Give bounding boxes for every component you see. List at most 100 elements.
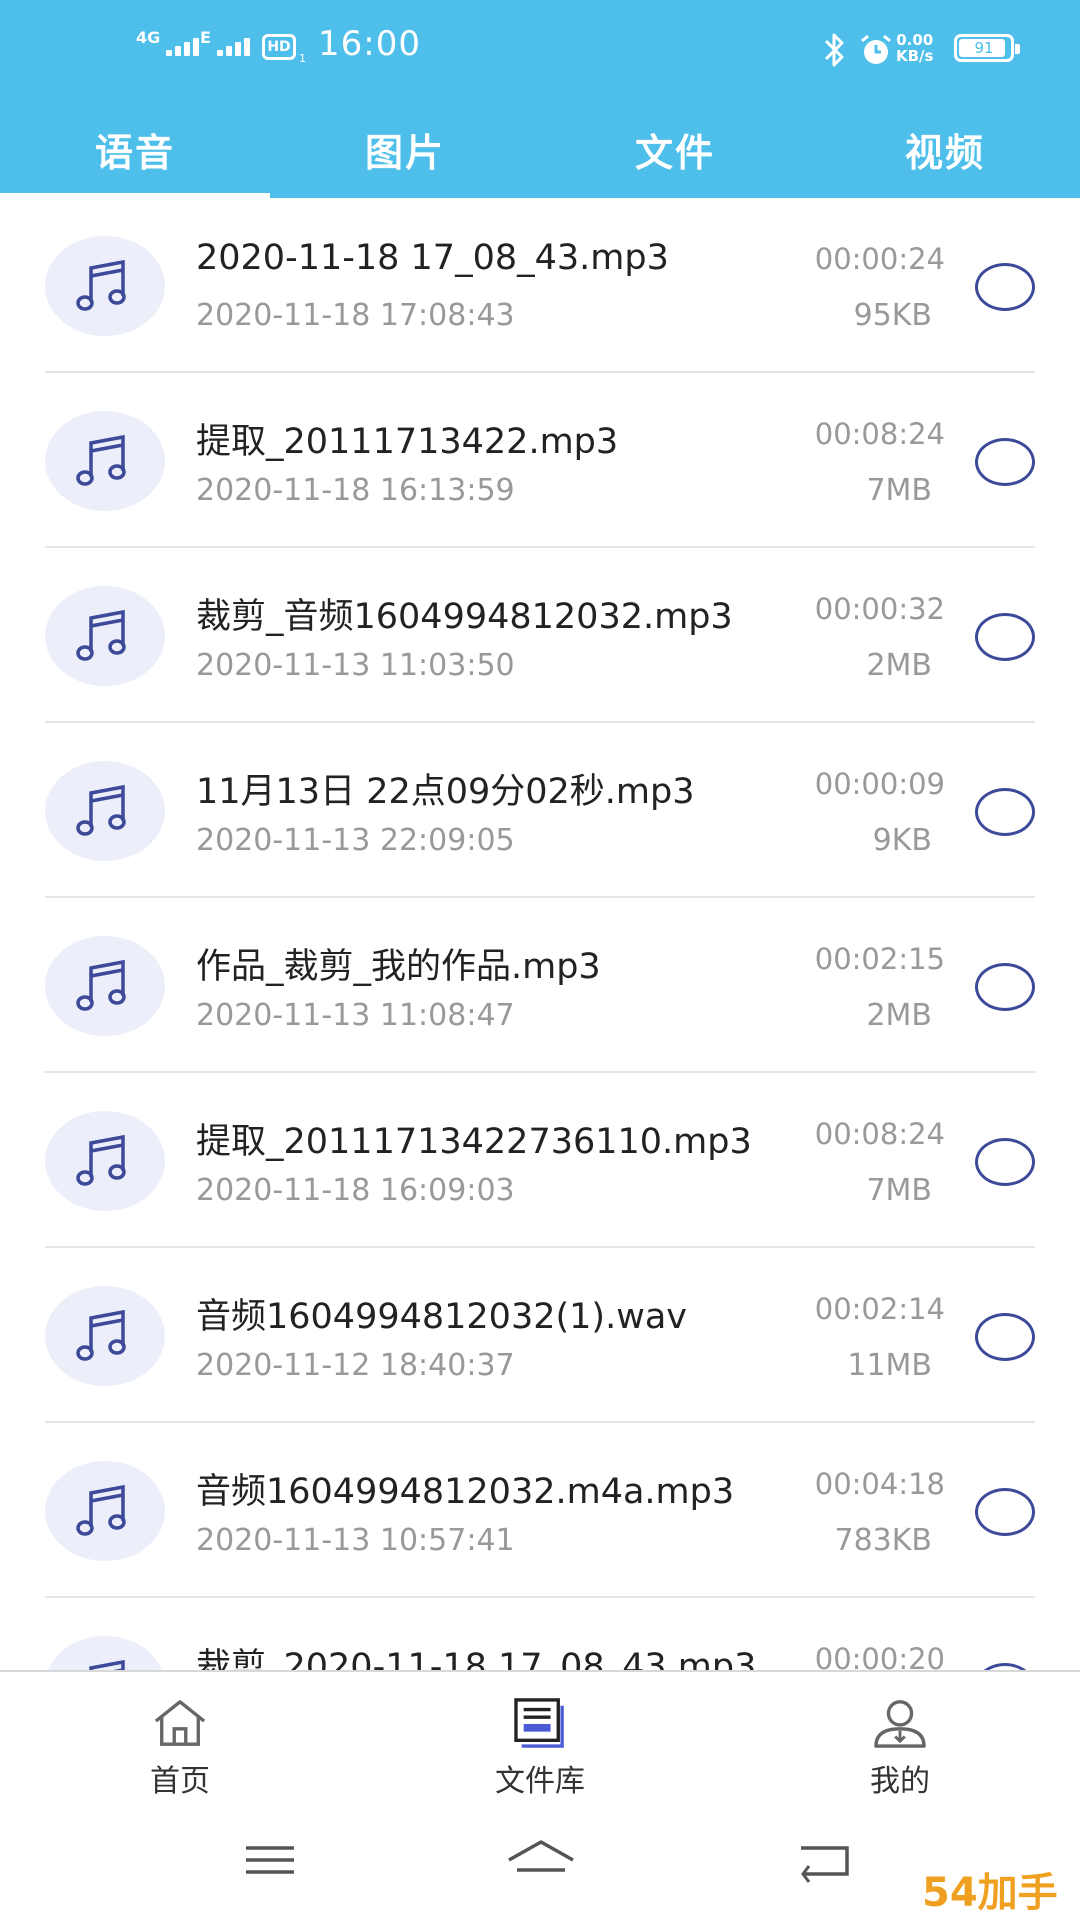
file-size: 783KB [834,1523,932,1558]
file-name: 作品_裁剪_我的作品.mp3 [196,947,601,987]
hd-sim-index: 1 [299,52,306,65]
list-item[interactable]: 提取_20111713422.mp3 2020-11-18 16:13:59 0… [0,373,1080,548]
music-note-icon [45,761,165,861]
file-duration: 00:08:24 [814,1117,945,1151]
select-radio[interactable] [975,788,1035,836]
speed-value: 0.00 [896,31,934,49]
select-radio[interactable] [975,1313,1035,1361]
music-note-icon [45,1111,165,1211]
tab-images[interactable]: 图片 [270,100,540,198]
nav-file-library[interactable]: 文件库 [360,1672,720,1800]
select-radio[interactable] [975,263,1035,311]
network-speed: 0.00 KB/s [896,32,933,64]
bottom-navigation: 首页 文件库 我的 [0,1670,1080,1800]
home-icon [154,1700,206,1746]
list-item[interactable]: 提取_20111713422736110.mp3 2020-11-18 16:0… [0,1073,1080,1248]
music-note-icon [45,1461,165,1561]
music-note-icon [45,936,165,1036]
network-label-4g: 4G [136,28,161,47]
app-header: 4G E HD 1 16:00 0.00 KB/s 91 语音 图片 文件 视频 [0,0,1080,198]
status-time: 16:00 [318,24,421,64]
file-duration: 00:02:15 [814,942,945,976]
select-radio[interactable] [975,438,1035,486]
file-date: 2020-11-13 22:09:05 [196,823,515,858]
file-name: 裁剪_2020-11-18 17_08_43.mp3 [196,1647,757,1670]
signal-4g: 4G [136,28,200,56]
select-radio[interactable] [975,963,1035,1011]
signal-e: E [200,30,250,56]
file-duration: 00:04:18 [814,1467,945,1501]
list-item[interactable]: 音频1604994812032.m4a.mp3 2020-11-13 10:57… [0,1423,1080,1598]
signal-bars-icon [216,30,250,56]
alarm-icon [861,34,891,64]
file-name: 11月13日 22点09分02秒.mp3 [196,772,695,812]
tab-files[interactable]: 文件 [540,100,810,198]
file-date: 2020-11-18 16:13:59 [196,473,515,508]
nav-home[interactable]: 首页 [0,1672,360,1800]
nav-label: 首页 [150,1764,210,1799]
status-bar: 4G E HD 1 16:00 0.00 KB/s 91 [0,0,1080,100]
watermark-text: 54加手游网 [922,1870,1058,1916]
category-tabs: 语音 图片 文件 视频 [0,100,1080,198]
back-icon[interactable] [795,1830,855,1890]
tab-voice[interactable]: 语音 [0,100,270,198]
list-item[interactable]: 11月13日 22点09分02秒.mp3 2020-11-13 22:09:05… [0,723,1080,898]
music-note-icon [45,586,165,686]
menu-icon[interactable] [240,1830,300,1890]
music-note-icon [45,236,165,336]
file-duration: 00:00:09 [814,767,945,801]
file-date: 2020-11-12 18:40:37 [196,1348,515,1383]
nav-label: 我的 [870,1764,930,1799]
file-date: 2020-11-13 11:03:50 [196,648,515,683]
home-key-icon[interactable] [505,1830,577,1890]
file-name: 提取_20111713422.mp3 [196,422,619,462]
file-date: 2020-11-13 11:08:47 [196,998,515,1033]
file-size: 11MB [847,1348,932,1383]
file-name: 2020-11-18 17_08_43.mp3 [196,238,669,278]
battery-icon: 91 [954,34,1020,62]
select-radio[interactable] [975,1663,1035,1670]
file-date: 2020-11-13 10:57:41 [196,1523,515,1558]
file-date: 2020-11-18 17:08:43 [196,298,515,333]
tab-label: 视频 [904,130,985,175]
battery-level: 91 [974,39,994,57]
select-radio[interactable] [975,613,1035,661]
nav-profile[interactable]: 我的 [720,1672,1080,1800]
file-duration: 00:00:20 [814,1642,945,1670]
select-radio[interactable] [975,1488,1035,1536]
file-duration: 00:02:14 [814,1292,945,1326]
file-size: 2MB [866,648,932,683]
file-duration: 00:00:32 [814,592,945,626]
tab-label: 语音 [94,130,175,175]
select-radio[interactable] [975,1138,1035,1186]
file-name: 提取_20111713422736110.mp3 [196,1122,752,1162]
file-size: 2MB [866,998,932,1033]
music-note-icon [45,1286,165,1386]
file-library-icon [514,1698,564,1748]
file-name: 音频1604994812032.m4a.mp3 [196,1472,735,1512]
hd-voice-icon: HD [262,34,296,60]
file-size: 95KB [853,298,932,333]
list-item[interactable]: 裁剪_2020-11-18 17_08_43.mp3 00:00:20 [0,1598,1080,1670]
profile-icon [874,1700,926,1748]
list-item[interactable]: 2020-11-18 17_08_43.mp3 2020-11-18 17:08… [0,198,1080,373]
file-duration: 00:00:24 [814,242,945,276]
list-item[interactable]: 音频1604994812032(1).wav 2020-11-12 18:40:… [0,1248,1080,1423]
file-size: 7MB [866,1173,932,1208]
music-note-icon [45,411,165,511]
network-label-e: E [200,28,211,47]
signal-bars-icon [166,30,200,56]
file-duration: 00:08:24 [814,417,945,451]
bluetooth-icon [824,33,844,67]
file-name: 裁剪_音频1604994812032.mp3 [196,597,733,637]
tab-videos[interactable]: 视频 [810,100,1080,198]
nav-label: 文件库 [495,1764,585,1799]
speed-unit: KB/s [896,47,934,65]
audio-file-list[interactable]: 2020-11-18 17_08_43.mp3 2020-11-18 17:08… [0,198,1080,1670]
tab-label: 图片 [364,130,445,175]
file-size: 9KB [872,823,932,858]
list-item[interactable]: 作品_裁剪_我的作品.mp3 2020-11-13 11:08:47 00:02… [0,898,1080,1073]
tab-label: 文件 [634,130,715,175]
list-item[interactable]: 裁剪_音频1604994812032.mp3 2020-11-13 11:03:… [0,548,1080,723]
file-name: 音频1604994812032(1).wav [196,1297,687,1337]
